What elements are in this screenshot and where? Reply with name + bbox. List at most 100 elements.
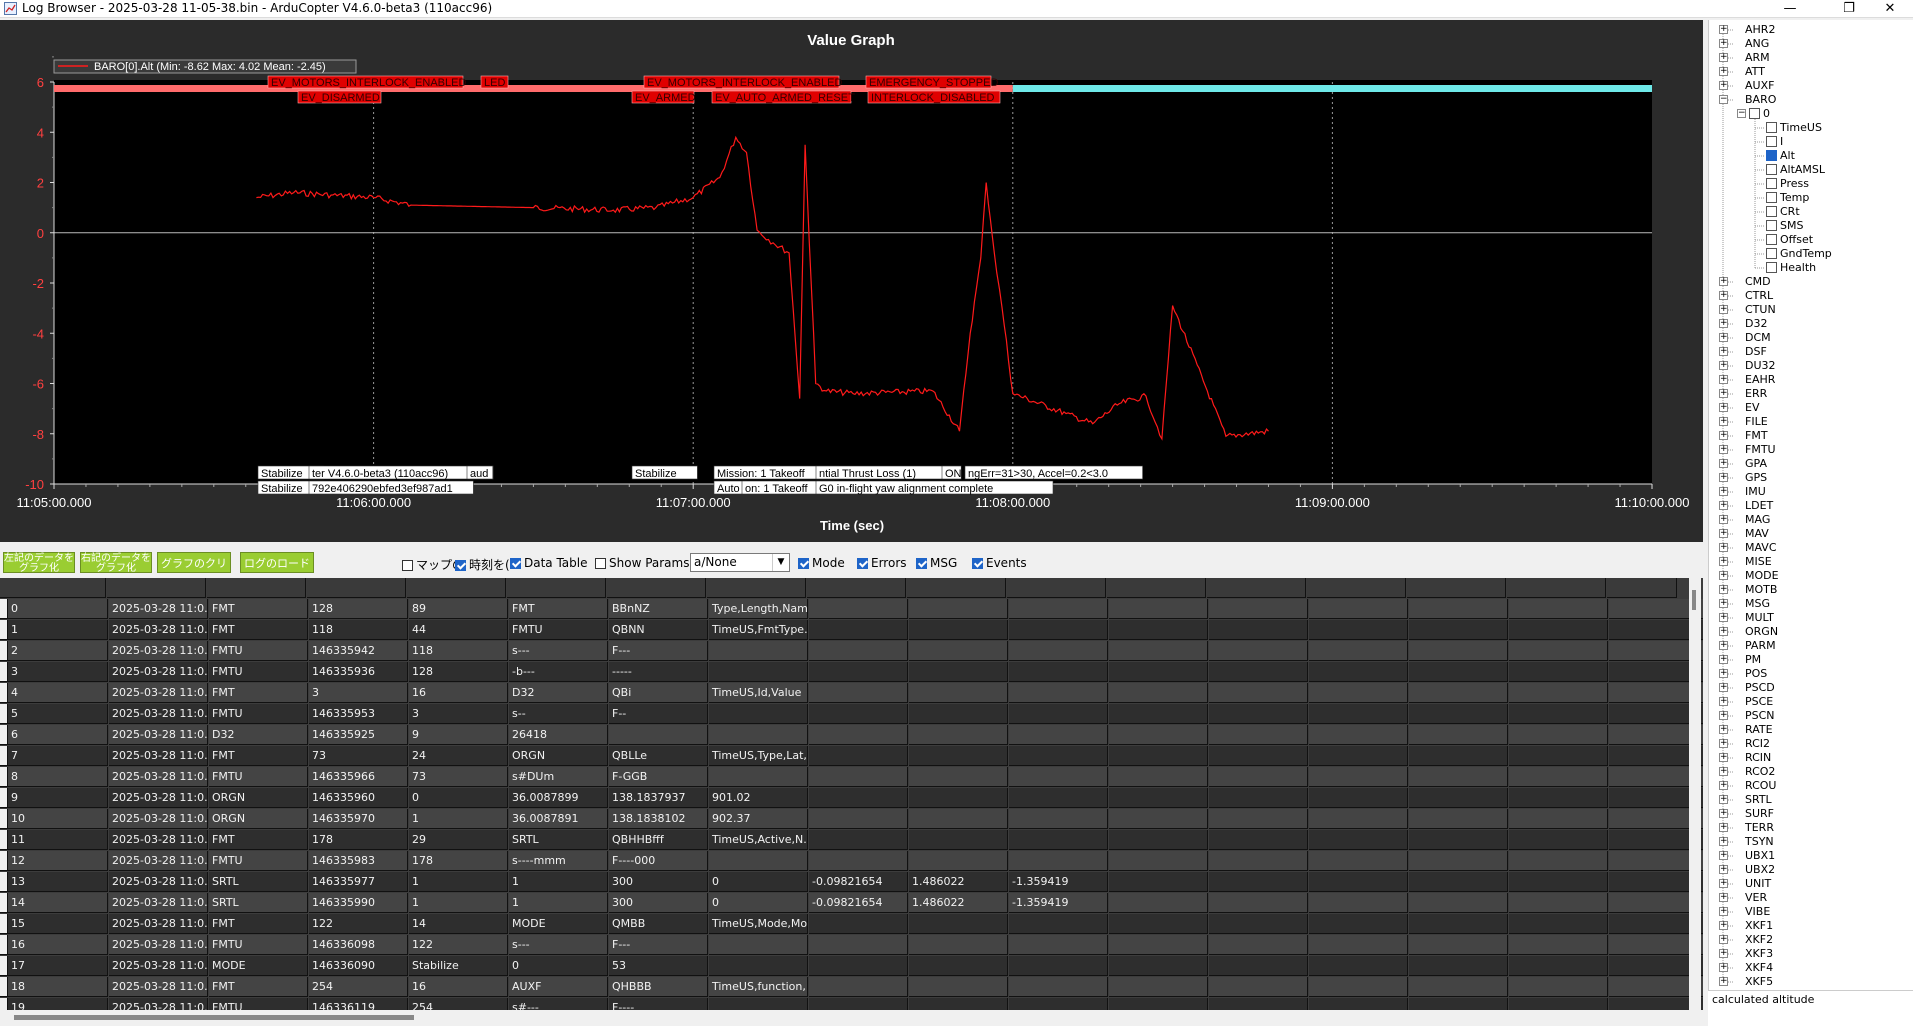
expand-icon[interactable]: + [1719,25,1728,34]
table-cell[interactable]: 901.02 [709,788,808,808]
table-cell[interactable] [809,956,908,976]
table-row[interactable]: 14 2025-03-28 11:0... SRTL 146335990 1 1 300 0-… [0,893,1703,914]
row-selector[interactable] [0,683,8,703]
table-cell[interactable]: 3 [8,662,108,682]
table-cell[interactable] [1109,935,1208,955]
table-cell[interactable] [909,956,1008,976]
table-cell[interactable] [1309,683,1408,703]
table-cell[interactable] [1409,914,1508,934]
table-header-cell[interactable] [407,578,506,598]
table-cell[interactable] [1409,620,1508,640]
table-cell[interactable]: s--- [509,935,608,955]
message-tree[interactable]: + AHR2 + ANG + ARM + ATT + AUXF − BARO −0 TimeUS I Alt A… [1708,20,1913,990]
tree-node-cmd[interactable]: CMD [1745,275,1771,289]
time-checkbox[interactable]: 時刻を( [455,556,510,573]
table-cell[interactable] [1109,872,1208,892]
row-selector[interactable] [0,746,8,766]
table-cell[interactable] [1009,662,1108,682]
table-cell[interactable] [1209,599,1308,619]
table-cell[interactable] [1509,872,1608,892]
graph-left-data-button[interactable]: 左記のデータをグラフ化 [3,552,75,574]
table-cell[interactable]: 146335990 [309,893,408,913]
table-cell[interactable] [1509,914,1608,934]
table-cell[interactable]: ORGN [209,809,308,829]
tree-node-mag[interactable]: MAG [1745,513,1770,527]
errors-checkbox-box[interactable] [857,558,868,569]
row-selector[interactable] [0,620,8,640]
table-cell[interactable]: 1 [409,809,508,829]
tree-node-rate[interactable]: RATE [1745,723,1773,737]
table-cell[interactable]: F---- [609,998,708,1010]
tree-field-press[interactable]: Press [1780,177,1809,191]
table-cell[interactable] [1509,767,1608,787]
expand-icon[interactable]: + [1719,515,1728,524]
table-cell[interactable]: 12 [8,851,108,871]
table-cell[interactable] [1109,704,1208,724]
table-cell[interactable] [1209,809,1308,829]
table-cell[interactable] [1009,851,1108,871]
table-cell[interactable] [1509,893,1608,913]
table-cell[interactable]: 14 [409,914,508,934]
table-row[interactable]: 13 2025-03-28 11:0... SRTL 146335977 1 1 300 0-… [0,872,1703,893]
table-cell[interactable]: 16 [409,683,508,703]
expand-icon[interactable]: + [1719,795,1728,804]
table-cell[interactable]: 122 [409,935,508,955]
tree-field-checkbox[interactable] [1766,220,1777,231]
expand-icon[interactable]: + [1719,767,1728,776]
table-cell[interactable] [1209,746,1308,766]
expand-icon[interactable]: + [1719,753,1728,762]
table-cell[interactable]: s#DUm [509,767,608,787]
table-cell[interactable] [1009,809,1108,829]
table-cell[interactable] [1109,620,1208,640]
tree-node-imu[interactable]: IMU [1745,485,1766,499]
expand-icon[interactable]: + [1719,823,1728,832]
table-cell[interactable] [709,641,808,661]
tree-node-baro-instance[interactable]: 0 [1763,107,1770,121]
row-selector[interactable] [0,788,8,808]
expand-icon[interactable]: + [1719,417,1728,426]
tree-field-checkbox[interactable] [1766,122,1777,133]
table-cell[interactable]: 1 [409,893,508,913]
table-cell[interactable]: 0 [409,788,508,808]
value-graph-panel[interactable]: Value Graph 6 4 2 0 -2 -4 -6 -8 -10 11:05:00.000… [0,20,1703,542]
table-vertical-scrollbar[interactable] [1689,578,1701,1010]
table-cell[interactable] [1209,914,1308,934]
table-cell[interactable] [1509,620,1608,640]
table-cell[interactable] [1209,620,1308,640]
row-selector[interactable] [0,851,8,871]
table-cell[interactable]: 16 [8,935,108,955]
table-cell[interactable] [1409,662,1508,682]
expand-icon[interactable]: + [1719,305,1728,314]
table-cell[interactable] [1009,956,1108,976]
table-cell[interactable]: FMT [209,599,308,619]
table-cell[interactable] [1409,683,1508,703]
row-selector[interactable] [0,935,8,955]
table-cell[interactable] [1409,935,1508,955]
table-cell[interactable]: QMBB [609,914,708,934]
param-combo-box[interactable]: a/None ▼ [690,553,790,572]
table-cell[interactable] [1509,599,1608,619]
tree-field-offset[interactable]: Offset [1780,233,1813,247]
tree-node-surf[interactable]: SURF [1745,807,1774,821]
expand-icon[interactable]: + [1719,333,1728,342]
table-cell[interactable] [809,725,908,745]
tree-field-checkbox[interactable] [1766,262,1777,273]
table-cell[interactable] [1009,767,1108,787]
table-cell[interactable]: ORGN [209,788,308,808]
expand-icon[interactable]: + [1719,837,1728,846]
table-cell[interactable]: FMTU [209,662,308,682]
table-cell[interactable]: 128 [409,662,508,682]
row-selector[interactable] [0,809,8,829]
tree-node-mise[interactable]: MISE [1745,555,1772,569]
table-cell[interactable]: FMTU [209,935,308,955]
tree-node-xkf1[interactable]: XKF1 [1745,919,1773,933]
table-cell[interactable] [1109,746,1208,766]
row-selector[interactable] [0,830,8,850]
table-cell[interactable] [909,725,1008,745]
table-cell[interactable]: AUXF [509,977,608,997]
table-header-cell[interactable] [1307,578,1406,598]
table-cell[interactable]: 1 [8,620,108,640]
table-cell[interactable] [1209,683,1308,703]
table-header-cell[interactable] [7,578,106,598]
tree-field-sms[interactable]: SMS [1780,219,1803,233]
